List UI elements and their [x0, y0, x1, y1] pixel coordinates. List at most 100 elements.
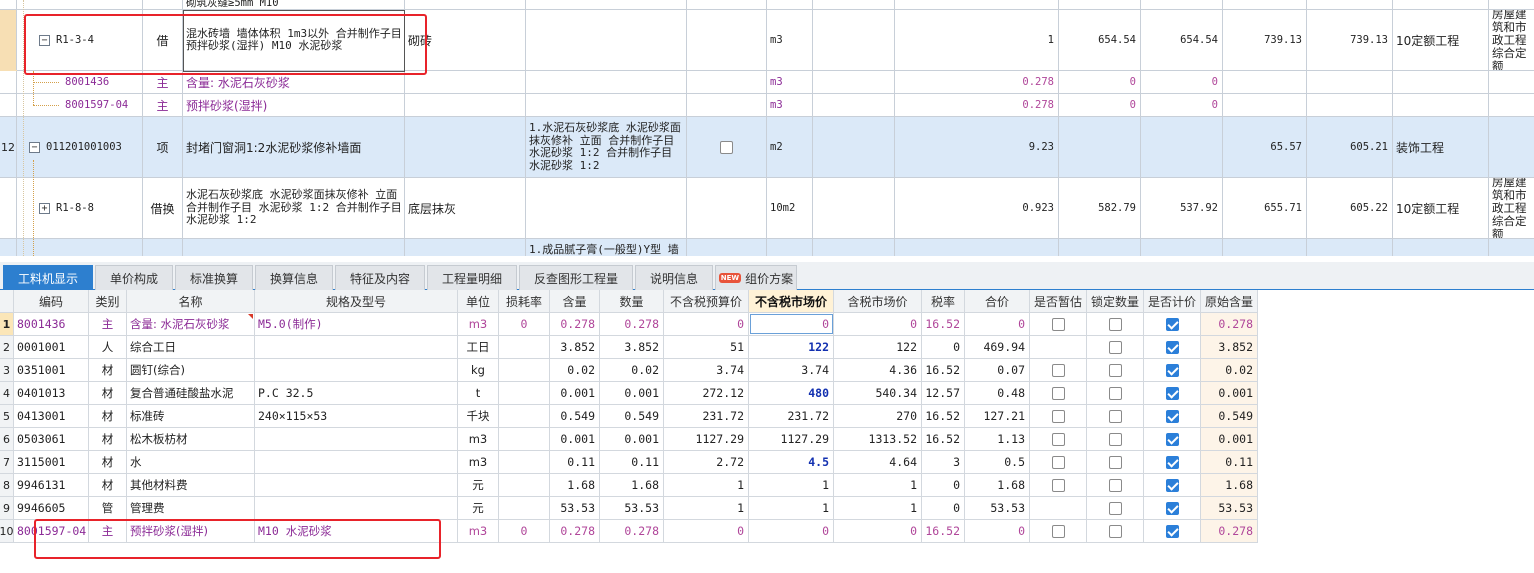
category-cell[interactable]: 主	[89, 520, 127, 542]
checkbox-icon[interactable]	[1108, 478, 1122, 492]
unit-cell[interactable]: m3	[767, 10, 813, 70]
tax-rate-cell[interactable]: 0	[922, 336, 965, 358]
col-header[interactable]: 原始含量	[1201, 290, 1258, 312]
code-cell[interactable]: 9946131	[14, 474, 89, 496]
checkbox-icon[interactable]	[1051, 409, 1065, 423]
budget-price-cell[interactable]: 51	[664, 336, 749, 358]
market-price-cell[interactable]: 1127.29	[749, 428, 834, 450]
tab-material-display[interactable]: 工料机显示	[3, 265, 93, 290]
content-cell[interactable]: 0.02	[550, 359, 600, 381]
spec-cell[interactable]	[255, 451, 458, 473]
qty-cell[interactable]: 0.923	[895, 178, 1059, 238]
col-header[interactable]: 不含税预算价	[664, 290, 749, 312]
checkbox-icon[interactable]	[1051, 432, 1065, 446]
budget-price-cell[interactable]: 1	[664, 497, 749, 519]
checkbox-icon[interactable]	[1108, 455, 1122, 469]
checkbox-icon[interactable]	[1108, 317, 1122, 331]
table-row[interactable]: 6 0503061 材松木板枋材 m3 0.001 0.001 1127.29 1127.29…	[0, 428, 1258, 451]
lock-qty-cell[interactable]	[1087, 497, 1144, 519]
checkbox-icon[interactable]	[1051, 317, 1065, 331]
unit-cell[interactable]: 工日	[458, 336, 499, 358]
code-cell[interactable]: − R1-3-4	[17, 10, 143, 70]
col-header[interactable]: 含税市场价	[834, 290, 922, 312]
name-cell[interactable]: 管理费	[127, 497, 255, 519]
quantity-cell[interactable]: 0.278	[600, 313, 664, 335]
checkbox-checked-icon[interactable]	[1165, 317, 1179, 331]
feature-cell[interactable]	[526, 10, 687, 70]
tab-description[interactable]: 说明信息	[635, 265, 713, 290]
code-cell[interactable]: 3115001	[14, 451, 89, 473]
spec-cell[interactable]	[255, 497, 458, 519]
priced-cell[interactable]	[1144, 359, 1201, 381]
type-cell[interactable]: 借换	[143, 178, 183, 238]
quantity-cell[interactable]: 1.68	[600, 474, 664, 496]
table-row[interactable]: 5 0413001 材标准砖 240×115×53 千块 0.549 0.549 231.72…	[0, 405, 1258, 428]
tax-rate-cell[interactable]: 0	[922, 497, 965, 519]
table-row[interactable]: − R1-3-4 借 混水砖墙 墙体体积 1m3以外 合并制作子目 预拌砂浆(湿…	[0, 10, 1534, 71]
budget-price-cell[interactable]: 1127.29	[664, 428, 749, 450]
tax-rate-cell[interactable]: 12.57	[922, 382, 965, 404]
checkbox-icon[interactable]	[1108, 363, 1122, 377]
unit-cell[interactable]: 元	[458, 497, 499, 519]
type-cell[interactable]: 项	[143, 117, 183, 177]
col-header[interactable]: 税率	[922, 290, 965, 312]
checkbox-checked-icon[interactable]	[1165, 432, 1179, 446]
content-cell[interactable]: 1.68	[550, 474, 600, 496]
estimate-cell[interactable]	[1030, 497, 1087, 519]
tax-rate-cell[interactable]: 3	[922, 451, 965, 473]
tab-unit-price[interactable]: 单价构成	[95, 265, 173, 290]
checkbox-icon[interactable]	[1051, 478, 1065, 492]
budget-price-cell[interactable]: 0	[664, 520, 749, 542]
priced-cell[interactable]	[1144, 428, 1201, 450]
tab-pricing-plan[interactable]: NEW 组价方案	[715, 265, 797, 290]
quantity-cell[interactable]: 3.852	[600, 336, 664, 358]
col-header[interactable]: 单位	[458, 290, 499, 312]
checkbox-checked-icon[interactable]	[1165, 386, 1179, 400]
table-row[interactable]: 10 8001597-04 主预拌砂浆(湿拌) M10 水泥砂浆 m3 0 0.278 0.2…	[0, 520, 1258, 543]
expr-cell[interactable]	[813, 178, 895, 238]
unit-cell[interactable]: 元	[458, 474, 499, 496]
market-price-tax-cell[interactable]: 0	[834, 520, 922, 542]
checkbox-checked-icon[interactable]	[1165, 501, 1179, 515]
lock-qty-cell[interactable]	[1087, 405, 1144, 427]
table-row[interactable]: 8 9946131 材其他材料费元 1.68 1.68 1 1 1 0 1.68 1.68	[0, 474, 1258, 497]
unit-cell[interactable]: t	[458, 382, 499, 404]
loss-rate-cell[interactable]	[499, 497, 550, 519]
feature-cell[interactable]	[526, 178, 687, 238]
name-cell[interactable]: 预拌砂浆(湿拌)	[183, 94, 405, 116]
category-cell[interactable]: 主	[89, 313, 127, 335]
qty-cell[interactable]: 0.278	[895, 71, 1059, 93]
priced-cell[interactable]	[1144, 474, 1201, 496]
code-cell[interactable]: 0351001	[14, 359, 89, 381]
spec-cell[interactable]: 240×115×53	[255, 405, 458, 427]
budget-price-cell[interactable]: 231.72	[664, 405, 749, 427]
col-header[interactable]: 数量	[600, 290, 664, 312]
table-row[interactable]: 1.成品腻子膏(一般型)Y型 墙	[0, 239, 1534, 256]
checkbox-checked-icon[interactable]	[1165, 363, 1179, 377]
tax-rate-cell[interactable]: 0	[922, 474, 965, 496]
expr-cell[interactable]	[813, 117, 895, 177]
qty-cell[interactable]: 9.23	[895, 117, 1059, 177]
type-cell[interactable]: 主	[143, 94, 183, 116]
market-price-tax-cell[interactable]: 540.34	[834, 382, 922, 404]
name-cell[interactable]: 其他材料费	[127, 474, 255, 496]
col-header[interactable]: 锁定数量	[1087, 290, 1144, 312]
lock-qty-cell[interactable]	[1087, 382, 1144, 404]
market-price-cell[interactable]: 0	[749, 313, 834, 335]
tab-features[interactable]: 特征及内容	[335, 265, 425, 290]
collapse-icon[interactable]: −	[39, 34, 50, 46]
table-row[interactable]: 9 9946605 管管理费元 53.53 53.53 1 1 1 0 53.53 53.53	[0, 497, 1258, 520]
market-price-tax-cell[interactable]: 0	[834, 313, 922, 335]
unit-cell[interactable]: m3	[458, 313, 499, 335]
feature-cell[interactable]: 1.成品腻子膏(一般型)Y型 墙	[526, 239, 687, 256]
spec-cell[interactable]: M5.0(制作)	[255, 313, 458, 335]
spec-cell[interactable]	[255, 428, 458, 450]
priced-cell[interactable]	[1144, 336, 1201, 358]
name-cell[interactable]: 圆钉(综合)	[127, 359, 255, 381]
category-cell[interactable]: 材	[89, 382, 127, 404]
category-cell[interactable]: 材	[89, 428, 127, 450]
name-cell[interactable]: 封堵门窗洞1:2水泥砂浆修补墙面	[183, 117, 405, 177]
col-header[interactable]: 损耗率	[499, 290, 550, 312]
market-price-tax-cell[interactable]: 4.64	[834, 451, 922, 473]
checkbox-checked-icon[interactable]	[1165, 340, 1179, 354]
